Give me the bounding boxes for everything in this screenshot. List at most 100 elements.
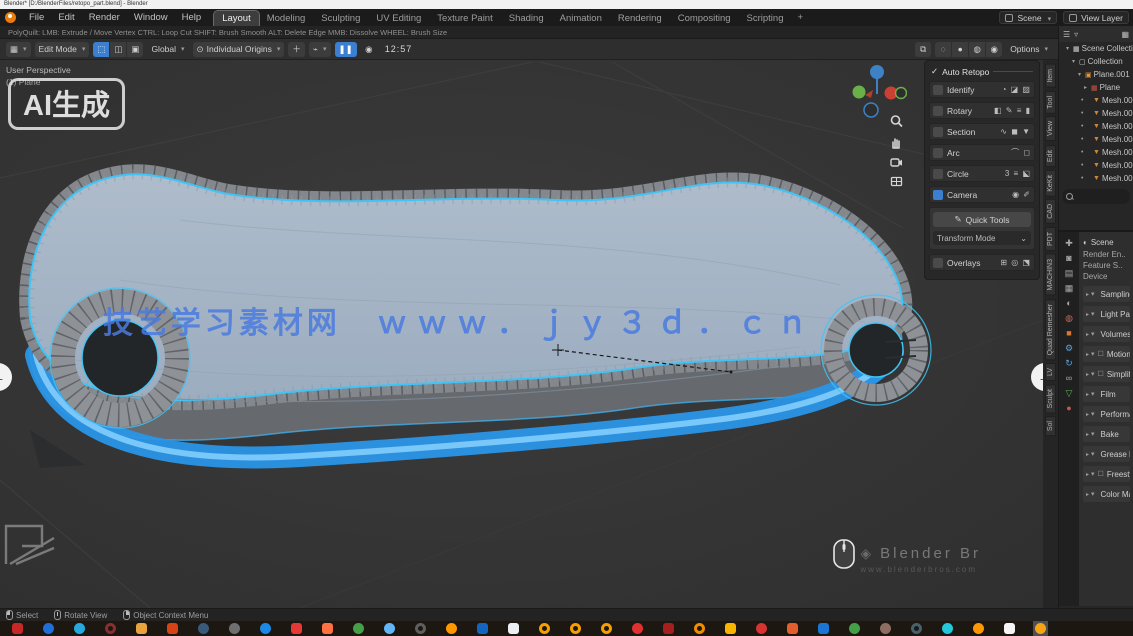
new-collection-icon[interactable]: ▦ xyxy=(1121,30,1129,39)
transform-mode-dropdown[interactable]: Transform Mode ⌄ xyxy=(933,231,1031,245)
workspace-tab[interactable]: Layout xyxy=(214,11,259,26)
properties-section-row[interactable]: ▸ Light Paths xyxy=(1083,306,1130,322)
material-icon[interactable]: ● xyxy=(1066,403,1071,413)
sidebar-tab[interactable]: Tool xyxy=(1045,91,1056,114)
taskbar-app-icon[interactable] xyxy=(785,621,800,636)
tool-popover-row[interactable]: Rotary ◧ ✎ ≡ ▮ xyxy=(929,102,1035,119)
menu-item[interactable]: Render xyxy=(82,9,127,26)
properties-section-row[interactable]: ▸ Sampling xyxy=(1083,286,1130,302)
workspace-tab[interactable]: UV Editing xyxy=(368,11,429,26)
properties-section-row[interactable]: ▸ Film xyxy=(1083,386,1130,402)
sidebar-tab[interactable]: Item xyxy=(1045,64,1056,88)
toggle-icon[interactable] xyxy=(933,169,943,179)
row-option-icons[interactable]: ◉ ✐ xyxy=(1012,190,1031,199)
data-icon[interactable]: ▽ xyxy=(1066,388,1073,398)
outliner-row[interactable]: • Mesh.007 xyxy=(1059,172,1133,185)
tool-popover-row[interactable]: Arc ⌒ ◻ xyxy=(929,144,1035,161)
row-option-icons[interactable]: ∿ ◼ ▼ xyxy=(1000,127,1031,136)
taskbar-app-icon[interactable] xyxy=(444,621,459,636)
object-icon[interactable]: ■ xyxy=(1066,328,1071,338)
properties-section-row[interactable]: ▸ Bake xyxy=(1083,426,1130,442)
material-shading-button[interactable]: ◍ xyxy=(969,42,985,57)
render-icon[interactable]: ◙ xyxy=(1066,253,1071,263)
taskbar-app-icon[interactable] xyxy=(258,621,273,636)
sidebar-tab[interactable]: Quad Remesher xyxy=(1045,299,1056,360)
perspective-toggle-icon[interactable] xyxy=(890,176,903,187)
add-button[interactable]: ＋ xyxy=(288,42,305,57)
taskbar-app-icon[interactable] xyxy=(630,621,645,636)
outliner-row[interactable]: • Mesh.003 xyxy=(1059,120,1133,133)
workspace-tab[interactable]: Modeling xyxy=(259,11,314,26)
view-layer-selector[interactable]: View Layer xyxy=(1063,11,1129,24)
rendered-shading-button[interactable]: ◉ xyxy=(986,42,1002,57)
workspace-tab[interactable]: Compositing xyxy=(670,11,739,26)
property-field[interactable]: Device xyxy=(1083,271,1130,282)
taskbar-app-icon[interactable] xyxy=(413,621,428,636)
sidebar-tab[interactable]: LV xyxy=(1045,363,1056,381)
toggle-icon[interactable] xyxy=(933,106,943,116)
taskbar-app-icon[interactable] xyxy=(134,621,149,636)
properties-section-row[interactable]: ▸ Volumes xyxy=(1083,326,1130,342)
outliner-row[interactable]: • Mesh.005 xyxy=(1059,146,1133,159)
output-icon[interactable]: ▤ xyxy=(1065,268,1074,278)
mode-dropdown[interactable]: Edit Mode xyxy=(35,42,90,57)
toggle-icon[interactable] xyxy=(933,127,943,137)
taskbar-app-icon[interactable] xyxy=(506,621,521,636)
properties-section-row[interactable]: ▸ ☐ Freestyle xyxy=(1083,466,1130,482)
camera-view-icon[interactable] xyxy=(890,157,903,168)
options-dropdown[interactable]: Options xyxy=(1006,42,1052,57)
orientation-dropdown[interactable]: Global xyxy=(147,42,188,57)
taskbar-app-icon[interactable] xyxy=(909,621,924,636)
sidebar-tab[interactable]: Sculpt xyxy=(1045,384,1056,413)
taskbar-app-icon[interactable] xyxy=(41,621,56,636)
tool-popover-header[interactable]: ✓ Auto Retopo xyxy=(929,64,1035,81)
section-checkbox[interactable]: ☐ xyxy=(1098,370,1104,378)
menu-item[interactable]: Edit xyxy=(51,9,81,26)
overlays-row[interactable]: Overlays ⊞ ◎ ⬔ xyxy=(929,254,1035,271)
outliner-row[interactable]: ▸ Plane xyxy=(1059,81,1133,94)
taskbar-app-icon[interactable] xyxy=(72,621,87,636)
taskbar-app-icon[interactable] xyxy=(537,621,552,636)
row-option-icons[interactable]: 3 ≡ ⬕ xyxy=(1005,169,1031,178)
taskbar-app-icon[interactable] xyxy=(1033,621,1048,636)
editor-type-button[interactable]: ▦ xyxy=(6,42,31,57)
taskbar-app-icon[interactable] xyxy=(475,621,490,636)
sidebar-tab[interactable]: PDT xyxy=(1045,227,1056,251)
workspace-tab[interactable]: Shading xyxy=(501,11,552,26)
properties-section-row[interactable]: ▸ ☐ Motion Blur xyxy=(1083,346,1130,362)
taskbar-app-icon[interactable] xyxy=(10,621,25,636)
properties-section-row[interactable]: ▸ ☐ Simplify xyxy=(1083,366,1130,382)
tool-popover-row[interactable]: Camera ◉ ✐ xyxy=(929,186,1035,203)
taskbar-app-icon[interactable] xyxy=(847,621,862,636)
toggle-icon[interactable] xyxy=(933,258,943,268)
workspace-tab[interactable]: Sculpting xyxy=(313,11,368,26)
sidebar-tab[interactable]: MACHIN3 xyxy=(1045,254,1056,296)
outliner-row[interactable]: ▾ Collection xyxy=(1059,55,1133,68)
taskbar-app-icon[interactable] xyxy=(971,621,986,636)
row-option-icons[interactable]: ⌒ ◻ xyxy=(1011,147,1031,158)
menu-item[interactable]: Window xyxy=(127,9,175,26)
row-option-icons[interactable]: ◧ ✎ ≡ ▮ xyxy=(994,106,1031,115)
constraints-icon[interactable]: ∞ xyxy=(1066,373,1072,383)
workspace-tab[interactable]: Scripting xyxy=(739,11,792,26)
outliner-row[interactable]: • Mesh.004 xyxy=(1059,133,1133,146)
view-layer-icon[interactable]: ▦ xyxy=(1065,283,1074,293)
outliner-row[interactable]: ▾ Plane.001 xyxy=(1059,68,1133,81)
quick-tools-button[interactable]: ✎ Quick Tools xyxy=(933,212,1031,227)
outliner-row[interactable]: • Mesh.006 xyxy=(1059,159,1133,172)
property-field[interactable]: Render En.. xyxy=(1083,249,1130,260)
menu-item[interactable]: Help xyxy=(175,9,209,26)
scene-icon[interactable]: ◐ xyxy=(1066,298,1071,308)
outliner-row[interactable]: • Mesh.001 xyxy=(1059,94,1133,107)
taskbar-app-icon[interactable] xyxy=(816,621,831,636)
xray-toggle[interactable]: ⧉ xyxy=(915,42,931,57)
navigation-gizmo[interactable] xyxy=(851,62,907,120)
tool-popover-row[interactable]: Section ∿ ◼ ▼ xyxy=(929,123,1035,140)
properties-section-row[interactable]: ▸ Grease Pencil xyxy=(1083,446,1130,462)
workspace-tab[interactable]: Rendering xyxy=(610,11,670,26)
row-option-icons[interactable]: ⊞ ◎ ⬔ xyxy=(1000,258,1031,267)
zoom-icon[interactable] xyxy=(890,115,903,128)
sidebar-tab[interactable]: CAD xyxy=(1045,199,1056,224)
taskbar-app-icon[interactable] xyxy=(196,621,211,636)
solid-shading-button[interactable]: ● xyxy=(952,42,968,57)
